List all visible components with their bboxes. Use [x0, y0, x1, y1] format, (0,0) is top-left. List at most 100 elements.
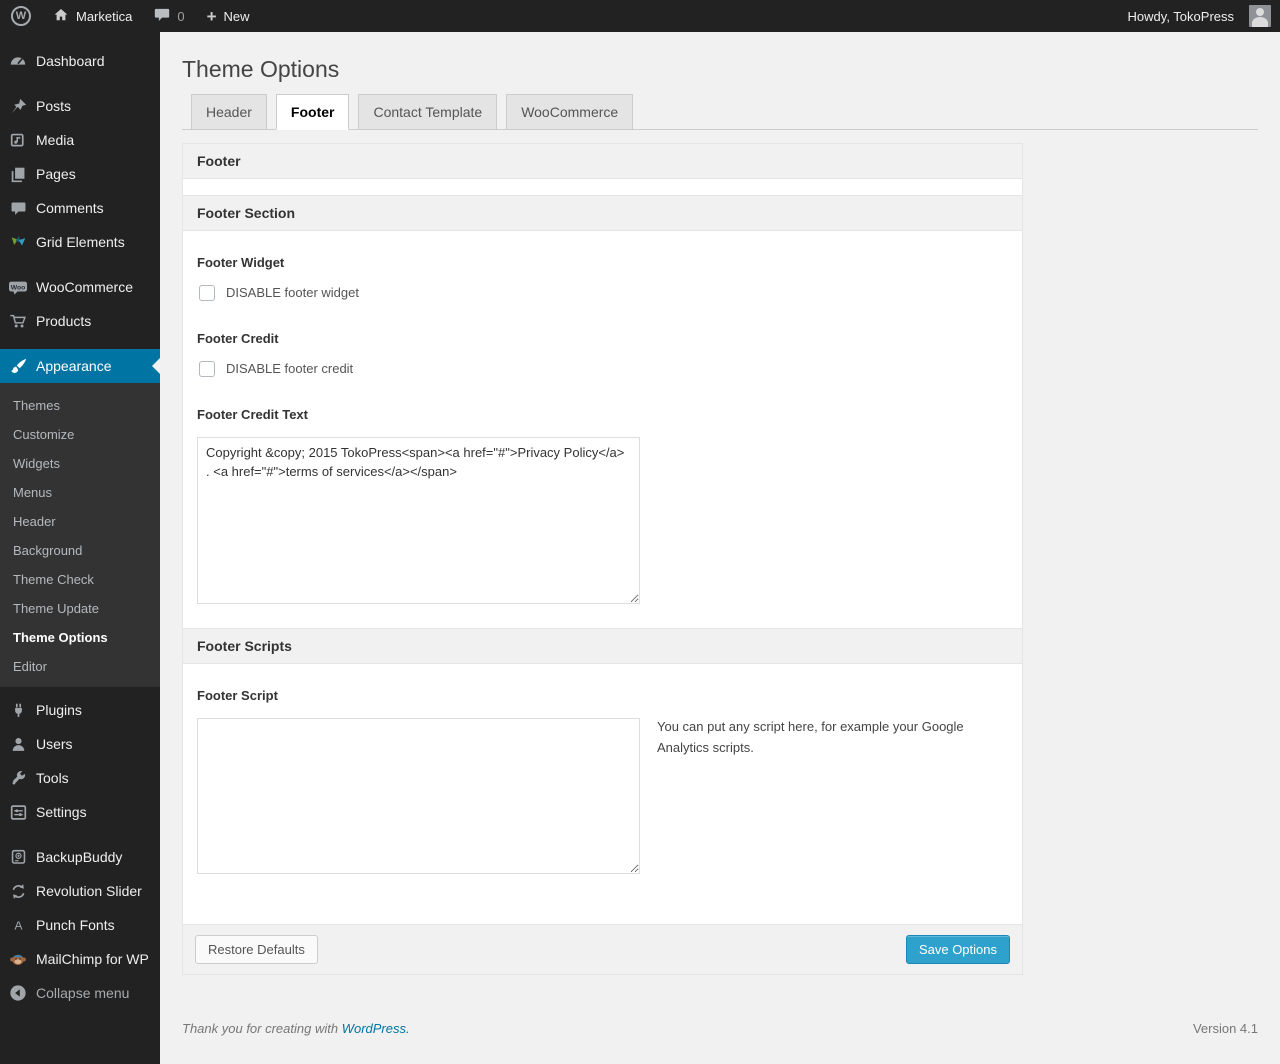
menu-separator	[0, 259, 160, 270]
restore-defaults-button[interactable]: Restore Defaults	[195, 934, 318, 965]
sidebar-item-comments[interactable]: Comments	[0, 191, 160, 225]
sidebar-item-mailchimp[interactable]: MailChimp for WP	[0, 942, 160, 976]
tab-contact-template[interactable]: Contact Template	[358, 93, 498, 130]
wordpress-link[interactable]: WordPress.	[342, 1021, 410, 1036]
sidebar-item-appearance[interactable]: Appearance	[0, 349, 160, 383]
appearance-submenu: Themes Customize Widgets Menus Header Ba…	[0, 383, 160, 687]
sidebar-item-label: Revolution Slider	[36, 883, 142, 899]
footer-thanks-text: Thank you for creating with	[182, 1021, 339, 1037]
footer-script-help-text: You can put any script here, for example…	[657, 718, 964, 755]
menu-separator	[0, 829, 160, 840]
sidebar-item-settings[interactable]: Settings	[0, 795, 160, 829]
site-name-link[interactable]: Marketica	[42, 0, 143, 32]
disable-footer-widget-label: DISABLE footer widget	[226, 285, 359, 301]
submenu-item-menus[interactable]: Menus	[0, 478, 160, 507]
sidebar-item-grid-elements[interactable]: Grid Elements	[0, 225, 160, 259]
footer-thanks: Thank you for creating with WordPress.	[182, 1021, 410, 1036]
submenu-item-header[interactable]: Header	[0, 507, 160, 536]
disable-footer-credit-label: DISABLE footer credit	[226, 361, 354, 377]
comments-icon	[8, 198, 28, 218]
sidebar-item-label: Posts	[36, 98, 72, 114]
woocommerce-icon: Woo	[8, 277, 28, 297]
paintbrush-icon	[8, 356, 28, 376]
disable-footer-widget-checkbox[interactable]	[199, 284, 215, 301]
sidebar-item-posts[interactable]: Posts	[0, 89, 160, 123]
mailchimp-monkey-icon	[8, 949, 28, 969]
tab-woocommerce[interactable]: WooCommerce	[506, 93, 634, 130]
sidebar-item-users[interactable]: Users	[0, 727, 160, 761]
admin-footer: Thank you for creating with WordPress. V…	[182, 1021, 1258, 1050]
sidebar-item-label: Users	[36, 736, 73, 752]
admin-bar-left: W Marketica 0 + New	[0, 0, 261, 32]
page-title: Theme Options	[182, 56, 340, 82]
user-icon	[8, 734, 28, 754]
footer-credit-text-textarea[interactable]: Copyright &copy; 2015 TokoPress<span><a …	[197, 436, 640, 604]
svg-text:Woo: Woo	[11, 284, 26, 291]
tab-header[interactable]: Header	[191, 93, 267, 130]
submenu-item-theme-update[interactable]: Theme Update	[0, 594, 160, 623]
footer-widget-label: Footer Widget	[197, 254, 285, 270]
menu-separator	[0, 78, 160, 89]
version-label: Version 4.1	[1192, 1021, 1258, 1037]
site-name-label: Marketica	[76, 8, 133, 24]
wrench-icon	[8, 768, 28, 788]
admin-sidebar: Dashboard Posts Media Pages Comments Gri…	[0, 32, 160, 1064]
sidebar-item-label: Products	[36, 313, 92, 329]
submenu-item-themes[interactable]: Themes	[0, 391, 160, 420]
submenu-item-theme-options[interactable]: Theme Options	[0, 623, 160, 652]
wordpress-logo-icon: W	[11, 6, 31, 26]
letter-a-icon: A	[8, 915, 28, 935]
tab-bar: Header Footer Contact Template WooCommer…	[182, 93, 1258, 130]
backup-drive-icon	[8, 847, 28, 867]
section-header-footer-scripts: Footer Scripts	[183, 627, 1022, 664]
cart-icon	[8, 311, 28, 331]
sidebar-item-label: Plugins	[36, 702, 82, 718]
sidebar-item-revolution-slider[interactable]: Revolution Slider	[0, 874, 160, 908]
submenu-item-theme-check[interactable]: Theme Check	[0, 565, 160, 594]
sidebar-item-label: Tools	[36, 770, 69, 786]
new-content-menu[interactable]: + New	[196, 0, 261, 32]
sidebar-item-backupbuddy[interactable]: BackupBuddy	[0, 840, 160, 874]
media-icon	[8, 130, 28, 150]
plugin-icon	[8, 700, 28, 720]
howdy-account-menu[interactable]: Howdy, TokoPress	[1117, 0, 1280, 32]
submenu-item-widgets[interactable]: Widgets	[0, 449, 160, 478]
sidebar-item-products[interactable]: Products	[0, 304, 160, 338]
comments-bubble-link[interactable]: 0	[143, 0, 195, 32]
footer-widget-checkbox-row: DISABLE footer widget	[197, 284, 1008, 301]
sidebar-item-punch-fonts[interactable]: A Punch Fonts	[0, 908, 160, 942]
footer-scripts-body: Footer Script You can put any script her…	[183, 664, 1022, 924]
disable-footer-credit-checkbox[interactable]	[199, 360, 215, 377]
footer-credit-text-label: Footer Credit Text	[197, 406, 308, 422]
new-label: New	[223, 8, 250, 24]
footer-script-textarea[interactable]	[197, 717, 640, 874]
sidebar-item-label: Punch Fonts	[36, 917, 115, 933]
plus-icon: +	[206, 6, 217, 26]
footer-credit-checkbox-row: DISABLE footer credit	[197, 360, 1008, 377]
menu-separator	[0, 338, 160, 349]
submenu-item-background[interactable]: Background	[0, 536, 160, 565]
pushpin-icon	[8, 96, 28, 116]
sidebar-item-pages[interactable]: Pages	[0, 157, 160, 191]
comment-bubble-icon	[154, 8, 170, 25]
settings-icon	[8, 802, 28, 822]
sidebar-item-label: Media	[36, 132, 75, 148]
sidebar-item-label: Appearance	[36, 358, 112, 374]
sidebar-item-collapse-menu[interactable]: Collapse menu	[0, 976, 160, 1010]
refresh-arrows-icon	[8, 881, 28, 901]
wordpress-logo-menu[interactable]: W	[0, 0, 42, 32]
tab-footer[interactable]: Footer	[275, 93, 350, 130]
submenu-item-customize[interactable]: Customize	[0, 420, 160, 449]
sidebar-item-label: WooCommerce	[36, 279, 133, 295]
sidebar-item-media[interactable]: Media	[0, 123, 160, 157]
sidebar-item-label: Grid Elements	[36, 234, 125, 250]
pages-icon	[8, 164, 28, 184]
sidebar-item-label: Collapse menu	[36, 985, 130, 1001]
collapse-arrow-icon	[8, 983, 28, 1003]
sidebar-item-tools[interactable]: Tools	[0, 761, 160, 795]
sidebar-item-dashboard[interactable]: Dashboard	[0, 44, 160, 78]
sidebar-item-plugins[interactable]: Plugins	[0, 693, 160, 727]
submenu-item-editor[interactable]: Editor	[0, 652, 160, 681]
save-options-button[interactable]: Save Options	[905, 934, 1010, 965]
sidebar-item-woocommerce[interactable]: Woo WooCommerce	[0, 270, 160, 304]
